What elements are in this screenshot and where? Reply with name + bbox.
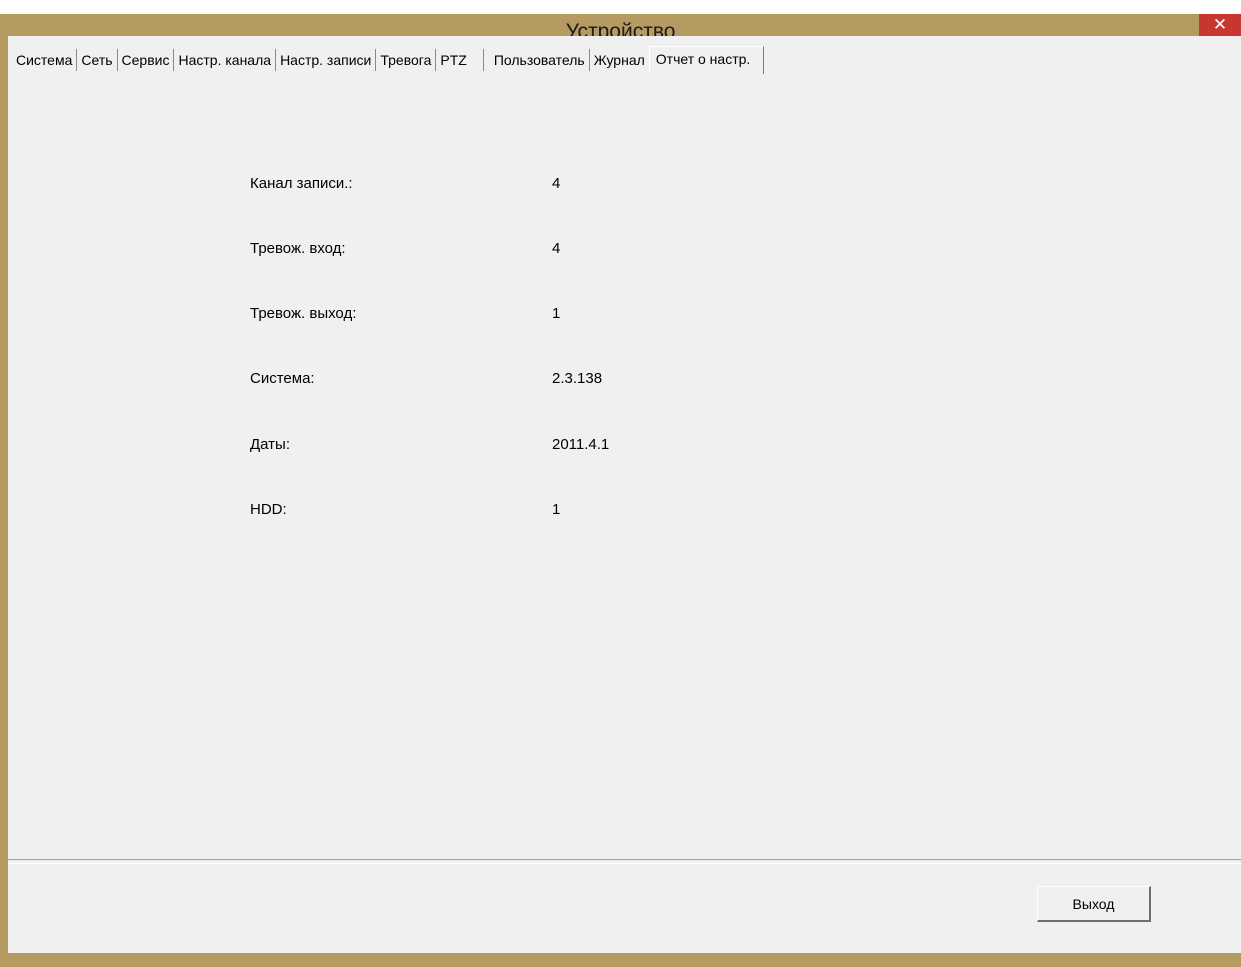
alarm-input-value: 4: [552, 240, 561, 257]
tab-channel-settings[interactable]: Настр. канала: [174, 49, 277, 71]
build-date-value: 2011.4.1: [552, 436, 610, 453]
build-date-label: Даты:: [250, 436, 290, 453]
alarm-output-value: 1: [552, 305, 561, 322]
tab-user[interactable]: Пользователь: [484, 49, 590, 71]
close-button[interactable]: ✕: [1199, 14, 1241, 36]
system-version-label: Система:: [250, 370, 315, 387]
exit-button[interactable]: Выход: [1037, 886, 1151, 922]
hdd-count-value: 1: [552, 501, 561, 518]
tab-system[interactable]: Система: [12, 49, 78, 71]
tab-service[interactable]: Сервис: [118, 49, 175, 71]
record-channels-label: Канал записи.:: [250, 175, 353, 192]
alarm-input-label: Тревож. вход:: [250, 240, 346, 257]
tab-alarm[interactable]: Тревога: [376, 49, 437, 71]
tab-network[interactable]: Сеть: [77, 49, 118, 71]
tab-ptz[interactable]: PTZ: [436, 49, 484, 71]
hdd-count-label: HDD:: [250, 501, 287, 518]
tab-record-settings[interactable]: Настр. записи: [276, 49, 377, 71]
settings-report-panel: Канал записи.: 4 Тревож. вход: 4 Тревож.…: [8, 70, 1241, 859]
footer-divider: [8, 859, 1241, 864]
record-channels-value: 4: [552, 175, 561, 192]
system-version-value: 2.3.138: [552, 370, 603, 387]
tab-log[interactable]: Журнал: [590, 49, 649, 71]
close-icon: ✕: [1212, 15, 1228, 34]
alarm-output-label: Тревож. выход:: [250, 305, 357, 322]
